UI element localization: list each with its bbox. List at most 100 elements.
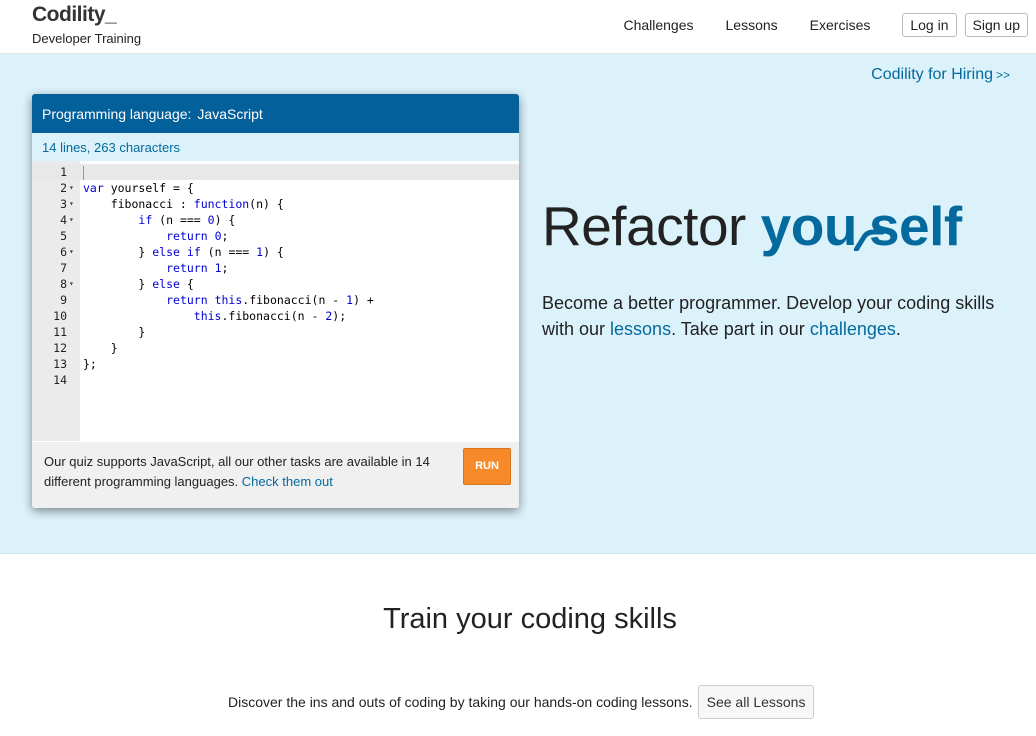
code-text[interactable]: fibonacci : function(n) { xyxy=(83,196,284,212)
lessons-row: Discover the ins and outs of coding by t… xyxy=(228,684,815,720)
line-number: 7 xyxy=(60,261,67,275)
code-text[interactable]: } xyxy=(83,340,118,356)
code-line[interactable]: 8 ▾ } else { xyxy=(32,276,519,292)
editor-footer-text: Our quiz supports JavaScript, all our ot… xyxy=(44,452,444,492)
text-cursor xyxy=(83,165,84,180)
refactor-slash-mark xyxy=(853,229,884,251)
nav-lessons[interactable]: Lessons xyxy=(726,17,778,33)
line-number: 2 xyxy=(60,181,67,195)
code-line[interactable]: 14 xyxy=(32,372,519,388)
fold-arrow-icon[interactable]: ▾ xyxy=(69,244,79,260)
code-text[interactable] xyxy=(83,164,84,180)
codility-logo[interactable]: Codility_ xyxy=(32,4,141,26)
fold-arrow-icon[interactable]: ▾ xyxy=(69,180,79,196)
hero-title: Refactor you self xyxy=(542,194,962,258)
code-editor-widget: Programming language: JavaScript 14 lines… xyxy=(32,94,519,508)
code-line[interactable]: 1 xyxy=(32,164,519,180)
code-text[interactable]: var yourself = { xyxy=(83,180,194,196)
hero-description: Become a better programmer. Develop your… xyxy=(542,290,1012,342)
line-number: 14 xyxy=(53,373,67,387)
line-number: 11 xyxy=(53,325,67,339)
section-title: Train your coding skills xyxy=(383,603,677,635)
code-text[interactable]: if (n === 0) { xyxy=(83,212,235,228)
nav-challenges[interactable]: Challenges xyxy=(623,17,693,33)
double-chevron-right-icon: >> xyxy=(995,68,1010,82)
code-input-area[interactable]: 1 2 ▾ var yourself = {3 ▾ fibonacci : functi… xyxy=(32,161,519,441)
code-text[interactable]: } else if (n === 1) { xyxy=(83,244,283,260)
challenges-link[interactable]: challenges xyxy=(810,319,896,339)
code-line[interactable]: 11 } xyxy=(32,324,519,340)
code-text[interactable]: } else { xyxy=(83,276,193,292)
fold-arrow-icon[interactable]: ▾ xyxy=(69,276,79,292)
code-number: 1 xyxy=(214,261,222,275)
code-line[interactable]: 2 ▾ var yourself = { xyxy=(32,180,519,196)
code-keyword: if xyxy=(186,245,201,259)
code-keyword: return xyxy=(166,229,208,243)
code-keyword: function xyxy=(193,197,250,211)
code-text[interactable]: }; xyxy=(83,356,97,372)
footer-message: Our quiz supports JavaScript, all our ot… xyxy=(44,454,430,489)
line-number: 6 xyxy=(60,245,67,259)
code-line[interactable]: 9 return this.fibonacci(n - 1) + xyxy=(32,292,519,308)
code-number: 1 xyxy=(346,293,354,307)
code-text[interactable]: return this.fibonacci(n - 1) + xyxy=(83,292,374,308)
hero-title-accent: you self xyxy=(760,195,963,257)
line-number: 5 xyxy=(60,229,67,243)
lessons-link[interactable]: lessons xyxy=(610,319,671,339)
hero-title-plain: Refactor xyxy=(542,195,761,257)
fold-arrow-icon[interactable]: ▾ xyxy=(69,212,79,228)
code-keyword: else xyxy=(152,277,180,291)
line-number: 13 xyxy=(53,357,67,371)
code-text[interactable]: return 1; xyxy=(83,260,228,276)
hero-section: Codility for Hiring >> Programming langua… xyxy=(0,54,1036,554)
see-all-lessons-button[interactable]: See all Lessons xyxy=(697,685,815,719)
code-number: 2 xyxy=(325,309,333,323)
editor-header: Programming language: JavaScript xyxy=(32,94,519,133)
code-keyword: else xyxy=(152,245,180,259)
hero-title-accent-start: you xyxy=(760,195,858,257)
line-number: 1 xyxy=(60,165,67,179)
line-number: 8 xyxy=(60,277,67,291)
code-line[interactable]: 13}; xyxy=(32,356,519,372)
line-number: 9 xyxy=(60,293,67,307)
nav-exercises[interactable]: Exercises xyxy=(810,17,871,33)
code-line[interactable]: 12 } xyxy=(32,340,519,356)
code-keyword: if xyxy=(138,213,153,227)
fold-arrow-icon[interactable]: ▾ xyxy=(69,196,79,212)
code-number: 0 xyxy=(207,213,215,227)
run-button[interactable]: RUN xyxy=(463,448,511,485)
brand[interactable]: Codility_ Developer Training xyxy=(32,4,141,47)
login-button[interactable]: Log in xyxy=(902,13,957,37)
line-number: 12 xyxy=(53,341,67,355)
editor-stats: 14 lines, 263 characters xyxy=(32,133,519,161)
signup-button[interactable]: Sign up xyxy=(964,13,1028,37)
code-line[interactable]: 7 return 1; xyxy=(32,260,519,276)
editor-footer: Our quiz supports JavaScript, all our ot… xyxy=(32,442,519,508)
code-number: 0 xyxy=(214,229,222,243)
hiring-link-label[interactable]: Codility for Hiring xyxy=(871,66,993,83)
hero-desc-text-3: . xyxy=(895,319,901,339)
main-nav: Challenges Lessons Exercises Log in Sign… xyxy=(623,0,1036,50)
lessons-description: Discover the ins and outs of coding by t… xyxy=(228,694,693,710)
code-text[interactable]: this.fibonacci(n - 2); xyxy=(83,308,346,324)
code-keyword: return xyxy=(166,293,208,307)
code-keyword: return xyxy=(166,261,208,275)
code-line[interactable]: 4 ▾ if (n === 0) { xyxy=(32,212,519,228)
code-keyword: this xyxy=(214,293,243,307)
code-lines[interactable]: 1 2 ▾ var yourself = {3 ▾ fibonacci : functi… xyxy=(32,164,519,388)
check-them-out-link[interactable]: Check them out xyxy=(242,474,333,489)
code-line[interactable]: 5 return 0; xyxy=(32,228,519,244)
language-selector[interactable]: JavaScript xyxy=(197,106,262,122)
code-line[interactable]: 3 ▾ fibonacci : function(n) { xyxy=(32,196,519,212)
hero-desc-text-2: . Take part in our xyxy=(671,319,810,339)
code-text[interactable]: return 0; xyxy=(83,228,228,244)
codility-for-hiring-link[interactable]: Codility for Hiring >> xyxy=(871,66,1010,84)
code-line[interactable]: 10 this.fibonacci(n - 2); xyxy=(32,308,519,324)
line-number: 10 xyxy=(53,309,67,323)
brand-subtitle: Developer Training xyxy=(32,31,142,46)
code-keyword: var xyxy=(83,181,104,195)
code-line[interactable]: 6 ▾ } else if (n === 1) { xyxy=(32,244,519,260)
code-text[interactable]: } xyxy=(83,324,145,340)
code-keyword: this xyxy=(193,309,222,323)
top-navbar: Codility_ Developer Training Challenges … xyxy=(0,0,1036,54)
